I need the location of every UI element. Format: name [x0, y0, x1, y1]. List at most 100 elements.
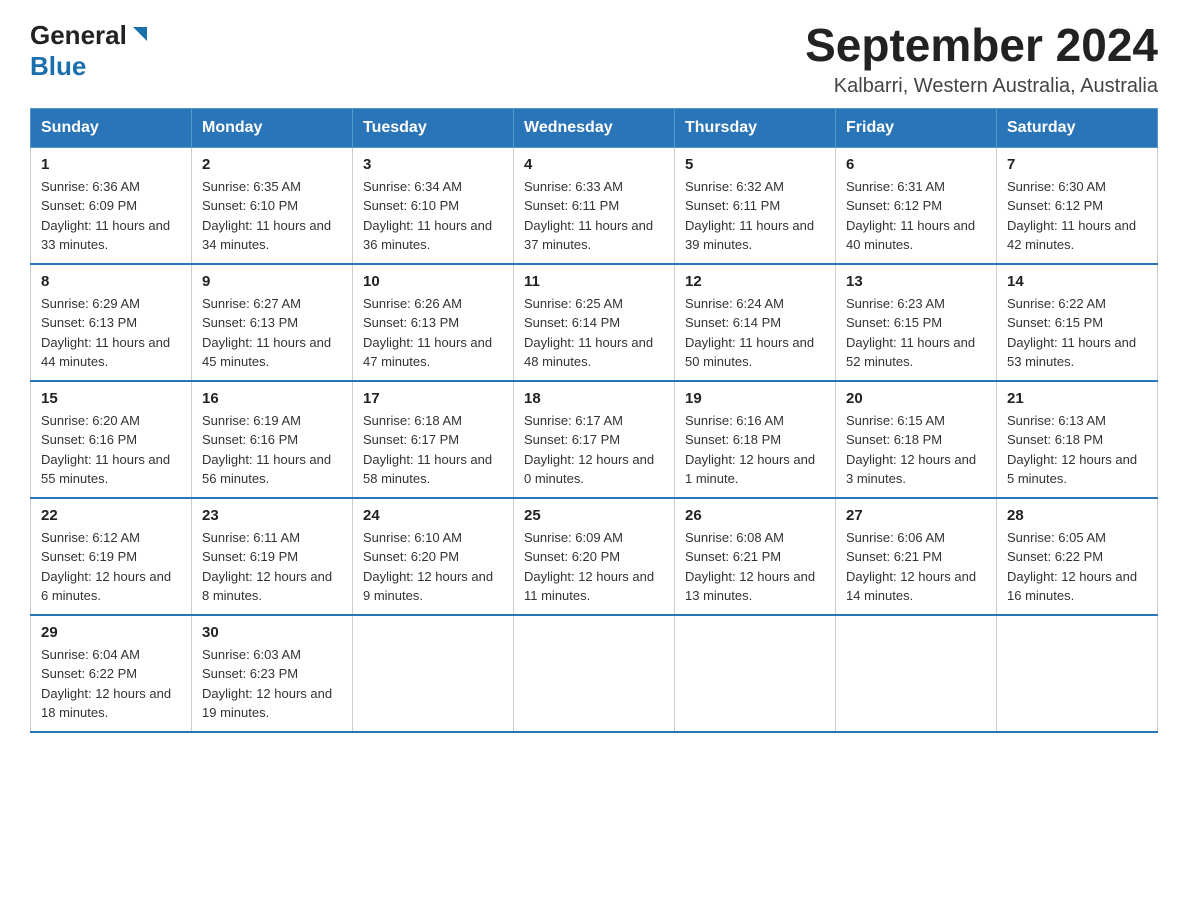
calendar-cell: 13 Sunrise: 6:23 AMSunset: 6:15 PMDaylig…: [836, 264, 997, 381]
day-number: 4: [524, 156, 664, 173]
day-info: Sunrise: 6:36 AMSunset: 6:09 PMDaylight:…: [41, 179, 170, 253]
calendar-cell: [997, 615, 1158, 732]
day-number: 21: [1007, 390, 1147, 407]
page-header: General Blue September 2024 Kalbarri, We…: [30, 20, 1158, 98]
calendar-cell: 27 Sunrise: 6:06 AMSunset: 6:21 PMDaylig…: [836, 498, 997, 615]
day-number: 3: [363, 156, 503, 173]
day-number: 23: [202, 507, 342, 524]
calendar-cell: 21 Sunrise: 6:13 AMSunset: 6:18 PMDaylig…: [997, 381, 1158, 498]
calendar-cell: 19 Sunrise: 6:16 AMSunset: 6:18 PMDaylig…: [675, 381, 836, 498]
logo-blue-text: Blue: [30, 51, 86, 81]
logo-arrow-icon: [129, 23, 151, 50]
main-title: September 2024: [805, 20, 1158, 71]
calendar-cell: 24 Sunrise: 6:10 AMSunset: 6:20 PMDaylig…: [353, 498, 514, 615]
day-number: 7: [1007, 156, 1147, 173]
calendar-cell: 6 Sunrise: 6:31 AMSunset: 6:12 PMDayligh…: [836, 147, 997, 264]
day-info: Sunrise: 6:04 AMSunset: 6:22 PMDaylight:…: [41, 647, 171, 721]
day-info: Sunrise: 6:09 AMSunset: 6:20 PMDaylight:…: [524, 530, 654, 604]
day-number: 25: [524, 507, 664, 524]
calendar-cell: 16 Sunrise: 6:19 AMSunset: 6:16 PMDaylig…: [192, 381, 353, 498]
calendar-cell: 5 Sunrise: 6:32 AMSunset: 6:11 PMDayligh…: [675, 147, 836, 264]
calendar-cell: 22 Sunrise: 6:12 AMSunset: 6:19 PMDaylig…: [31, 498, 192, 615]
calendar-cell: 9 Sunrise: 6:27 AMSunset: 6:13 PMDayligh…: [192, 264, 353, 381]
day-number: 30: [202, 624, 342, 641]
day-number: 27: [846, 507, 986, 524]
day-number: 24: [363, 507, 503, 524]
day-number: 2: [202, 156, 342, 173]
day-info: Sunrise: 6:15 AMSunset: 6:18 PMDaylight:…: [846, 413, 976, 487]
day-number: 28: [1007, 507, 1147, 524]
calendar-cell: 26 Sunrise: 6:08 AMSunset: 6:21 PMDaylig…: [675, 498, 836, 615]
day-number: 19: [685, 390, 825, 407]
day-info: Sunrise: 6:20 AMSunset: 6:16 PMDaylight:…: [41, 413, 170, 487]
day-number: 13: [846, 273, 986, 290]
day-number: 10: [363, 273, 503, 290]
day-number: 29: [41, 624, 181, 641]
day-header-wednesday: Wednesday: [514, 108, 675, 147]
day-header-friday: Friday: [836, 108, 997, 147]
day-info: Sunrise: 6:16 AMSunset: 6:18 PMDaylight:…: [685, 413, 815, 487]
day-info: Sunrise: 6:35 AMSunset: 6:10 PMDaylight:…: [202, 179, 331, 253]
calendar-table: SundayMondayTuesdayWednesdayThursdayFrid…: [30, 108, 1158, 733]
calendar-cell: 29 Sunrise: 6:04 AMSunset: 6:22 PMDaylig…: [31, 615, 192, 732]
calendar-week-row: 22 Sunrise: 6:12 AMSunset: 6:19 PMDaylig…: [31, 498, 1158, 615]
day-info: Sunrise: 6:12 AMSunset: 6:19 PMDaylight:…: [41, 530, 171, 604]
day-info: Sunrise: 6:26 AMSunset: 6:13 PMDaylight:…: [363, 296, 492, 370]
day-info: Sunrise: 6:19 AMSunset: 6:16 PMDaylight:…: [202, 413, 331, 487]
calendar-cell: 3 Sunrise: 6:34 AMSunset: 6:10 PMDayligh…: [353, 147, 514, 264]
calendar-cell: 28 Sunrise: 6:05 AMSunset: 6:22 PMDaylig…: [997, 498, 1158, 615]
calendar-cell: 18 Sunrise: 6:17 AMSunset: 6:17 PMDaylig…: [514, 381, 675, 498]
calendar-week-row: 1 Sunrise: 6:36 AMSunset: 6:09 PMDayligh…: [31, 147, 1158, 264]
day-info: Sunrise: 6:22 AMSunset: 6:15 PMDaylight:…: [1007, 296, 1136, 370]
day-info: Sunrise: 6:05 AMSunset: 6:22 PMDaylight:…: [1007, 530, 1137, 604]
calendar-cell: 1 Sunrise: 6:36 AMSunset: 6:09 PMDayligh…: [31, 147, 192, 264]
calendar-cell: 2 Sunrise: 6:35 AMSunset: 6:10 PMDayligh…: [192, 147, 353, 264]
calendar-cell: [353, 615, 514, 732]
day-info: Sunrise: 6:31 AMSunset: 6:12 PMDaylight:…: [846, 179, 975, 253]
calendar-cell: 17 Sunrise: 6:18 AMSunset: 6:17 PMDaylig…: [353, 381, 514, 498]
day-header-tuesday: Tuesday: [353, 108, 514, 147]
calendar-cell: 7 Sunrise: 6:30 AMSunset: 6:12 PMDayligh…: [997, 147, 1158, 264]
calendar-cell: 4 Sunrise: 6:33 AMSunset: 6:11 PMDayligh…: [514, 147, 675, 264]
day-header-thursday: Thursday: [675, 108, 836, 147]
day-number: 22: [41, 507, 181, 524]
calendar-cell: 25 Sunrise: 6:09 AMSunset: 6:20 PMDaylig…: [514, 498, 675, 615]
day-number: 1: [41, 156, 181, 173]
day-info: Sunrise: 6:03 AMSunset: 6:23 PMDaylight:…: [202, 647, 332, 721]
day-info: Sunrise: 6:24 AMSunset: 6:14 PMDaylight:…: [685, 296, 814, 370]
day-number: 26: [685, 507, 825, 524]
day-header-monday: Monday: [192, 108, 353, 147]
calendar-cell: 23 Sunrise: 6:11 AMSunset: 6:19 PMDaylig…: [192, 498, 353, 615]
calendar-week-row: 8 Sunrise: 6:29 AMSunset: 6:13 PMDayligh…: [31, 264, 1158, 381]
calendar-cell: 10 Sunrise: 6:26 AMSunset: 6:13 PMDaylig…: [353, 264, 514, 381]
day-number: 17: [363, 390, 503, 407]
day-number: 5: [685, 156, 825, 173]
day-info: Sunrise: 6:17 AMSunset: 6:17 PMDaylight:…: [524, 413, 654, 487]
day-info: Sunrise: 6:33 AMSunset: 6:11 PMDaylight:…: [524, 179, 653, 253]
day-info: Sunrise: 6:11 AMSunset: 6:19 PMDaylight:…: [202, 530, 332, 604]
subtitle: Kalbarri, Western Australia, Australia: [805, 75, 1158, 98]
calendar-cell: 20 Sunrise: 6:15 AMSunset: 6:18 PMDaylig…: [836, 381, 997, 498]
day-info: Sunrise: 6:18 AMSunset: 6:17 PMDaylight:…: [363, 413, 492, 487]
day-info: Sunrise: 6:23 AMSunset: 6:15 PMDaylight:…: [846, 296, 975, 370]
logo-general-text: General: [30, 20, 127, 51]
day-number: 16: [202, 390, 342, 407]
day-info: Sunrise: 6:29 AMSunset: 6:13 PMDaylight:…: [41, 296, 170, 370]
day-number: 11: [524, 273, 664, 290]
day-number: 6: [846, 156, 986, 173]
day-header-sunday: Sunday: [31, 108, 192, 147]
day-header-saturday: Saturday: [997, 108, 1158, 147]
calendar-cell: 8 Sunrise: 6:29 AMSunset: 6:13 PMDayligh…: [31, 264, 192, 381]
day-number: 18: [524, 390, 664, 407]
day-info: Sunrise: 6:30 AMSunset: 6:12 PMDaylight:…: [1007, 179, 1136, 253]
calendar-header-row: SundayMondayTuesdayWednesdayThursdayFrid…: [31, 108, 1158, 147]
day-number: 14: [1007, 273, 1147, 290]
calendar-cell: [836, 615, 997, 732]
day-info: Sunrise: 6:06 AMSunset: 6:21 PMDaylight:…: [846, 530, 976, 604]
day-info: Sunrise: 6:32 AMSunset: 6:11 PMDaylight:…: [685, 179, 814, 253]
calendar-cell: 11 Sunrise: 6:25 AMSunset: 6:14 PMDaylig…: [514, 264, 675, 381]
calendar-cell: 15 Sunrise: 6:20 AMSunset: 6:16 PMDaylig…: [31, 381, 192, 498]
title-section: September 2024 Kalbarri, Western Austral…: [805, 20, 1158, 98]
calendar-week-row: 15 Sunrise: 6:20 AMSunset: 6:16 PMDaylig…: [31, 381, 1158, 498]
calendar-cell: [514, 615, 675, 732]
